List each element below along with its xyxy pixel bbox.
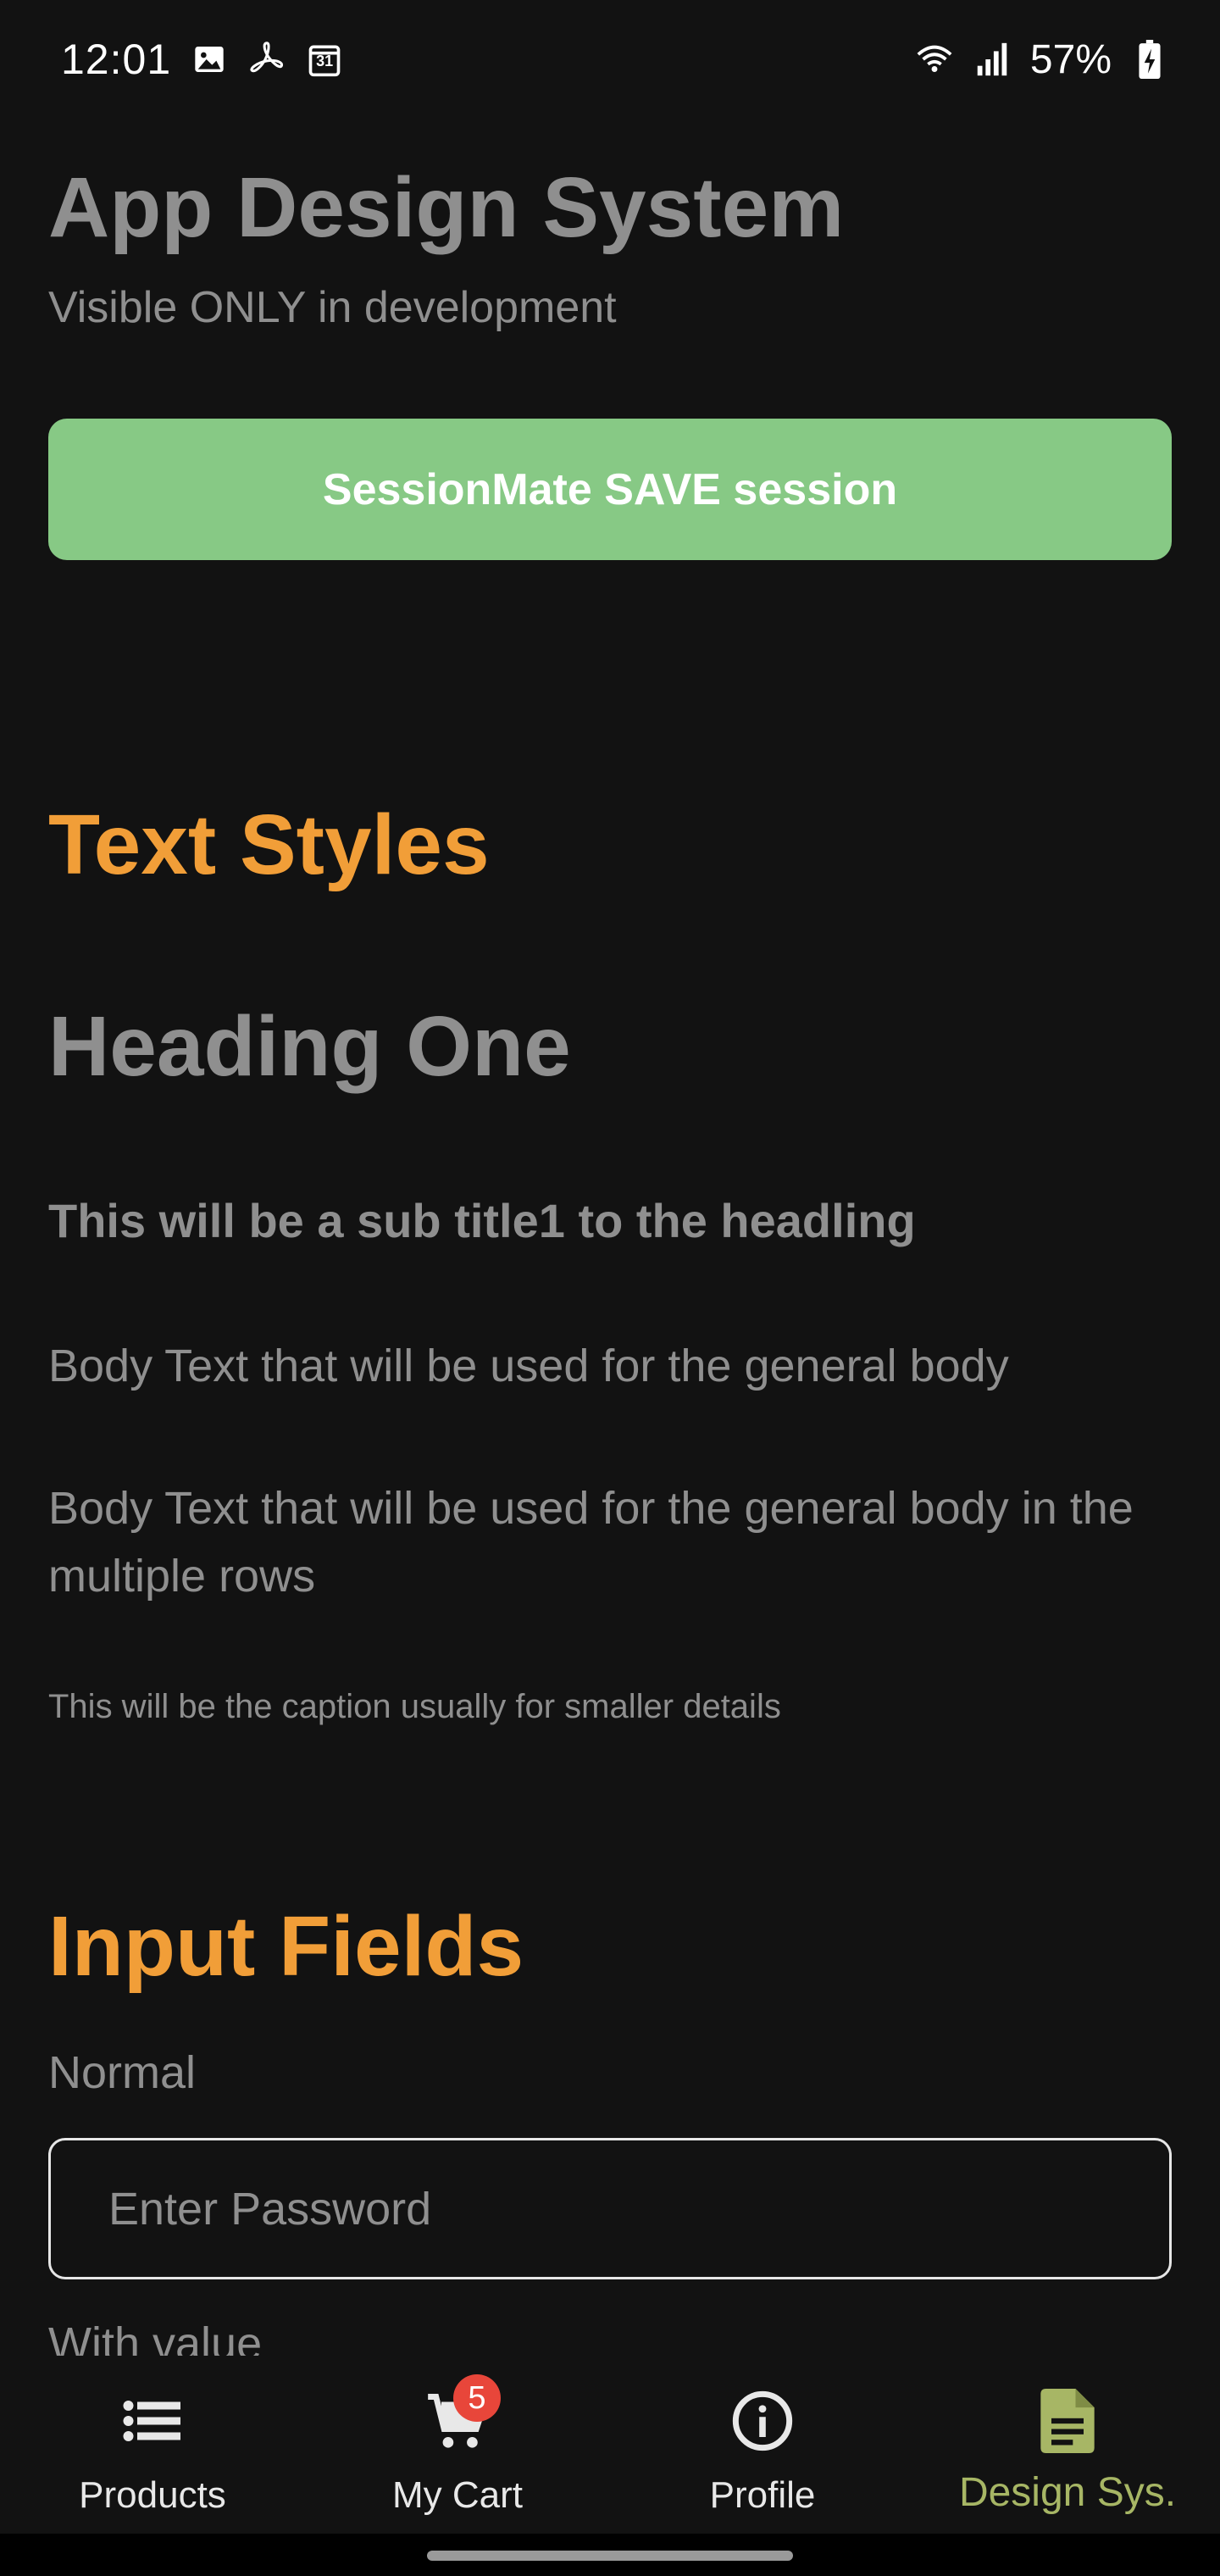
pdf-icon	[247, 40, 286, 79]
body-text-multirow-sample: Body Text that will be used for the gene…	[48, 1483, 1134, 1602]
nav-item-design-sys[interactable]: Design Sys.	[915, 2356, 1220, 2534]
nav-item-profile[interactable]: Profile	[610, 2356, 915, 2534]
signal-icon	[973, 40, 1012, 79]
info-icon	[724, 2383, 801, 2459]
input-fields-section-title: Input Fields	[48, 1899, 524, 1994]
wifi-icon	[915, 40, 954, 79]
subtitle1-sample: This will be a sub title1 to the headlin…	[48, 1194, 916, 1247]
password-input[interactable]	[48, 2138, 1172, 2279]
nav-label-design-sys: Design Sys.	[958, 2470, 1177, 2515]
body-text-sample: Body Text that will be used for the gene…	[48, 1341, 1009, 1391]
page-subtitle: Visible ONLY in development	[48, 283, 617, 332]
page-title: App Design System	[48, 160, 845, 255]
home-gesture-bar[interactable]	[427, 2551, 793, 2561]
session-save-button[interactable]: SessionMate SAVE session	[48, 419, 1172, 560]
document-icon	[1029, 2383, 1106, 2459]
status-time: 12:01	[61, 36, 172, 83]
calendar-icon: 31	[305, 40, 344, 79]
bottom-navigation: Products 5 My Cart Profile Design Sys.	[0, 2356, 1220, 2534]
status-right: 57%	[915, 36, 1169, 83]
heading-one-sample: Heading One	[48, 999, 571, 1094]
cart-count-badge: 5	[453, 2374, 501, 2422]
normal-field-label: Normal	[48, 2047, 197, 2098]
caption-sample: This will be the caption usually for sma…	[48, 1688, 781, 1725]
nav-label-products: Products	[79, 2474, 226, 2516]
text-styles-section-title: Text Styles	[48, 797, 490, 892]
nav-label-my-cart: My Cart	[392, 2474, 523, 2516]
status-bar: 12:01 31 57%	[0, 0, 1220, 119]
calendar-day: 31	[316, 53, 334, 69]
nav-item-my-cart[interactable]: 5 My Cart	[305, 2356, 610, 2534]
nav-item-products[interactable]: Products	[0, 2356, 305, 2534]
app-screen: 12:01 31 57% App Design System Visible O…	[0, 0, 1220, 2576]
cart-icon: 5	[419, 2374, 501, 2459]
system-gesture-area	[0, 2534, 1220, 2576]
nav-label-profile: Profile	[709, 2474, 816, 2516]
image-icon	[190, 40, 229, 79]
status-left: 12:01 31	[61, 35, 344, 84]
battery-charging-icon	[1130, 40, 1169, 79]
list-icon	[114, 2383, 191, 2459]
battery-percentage: 57%	[1029, 36, 1112, 82]
